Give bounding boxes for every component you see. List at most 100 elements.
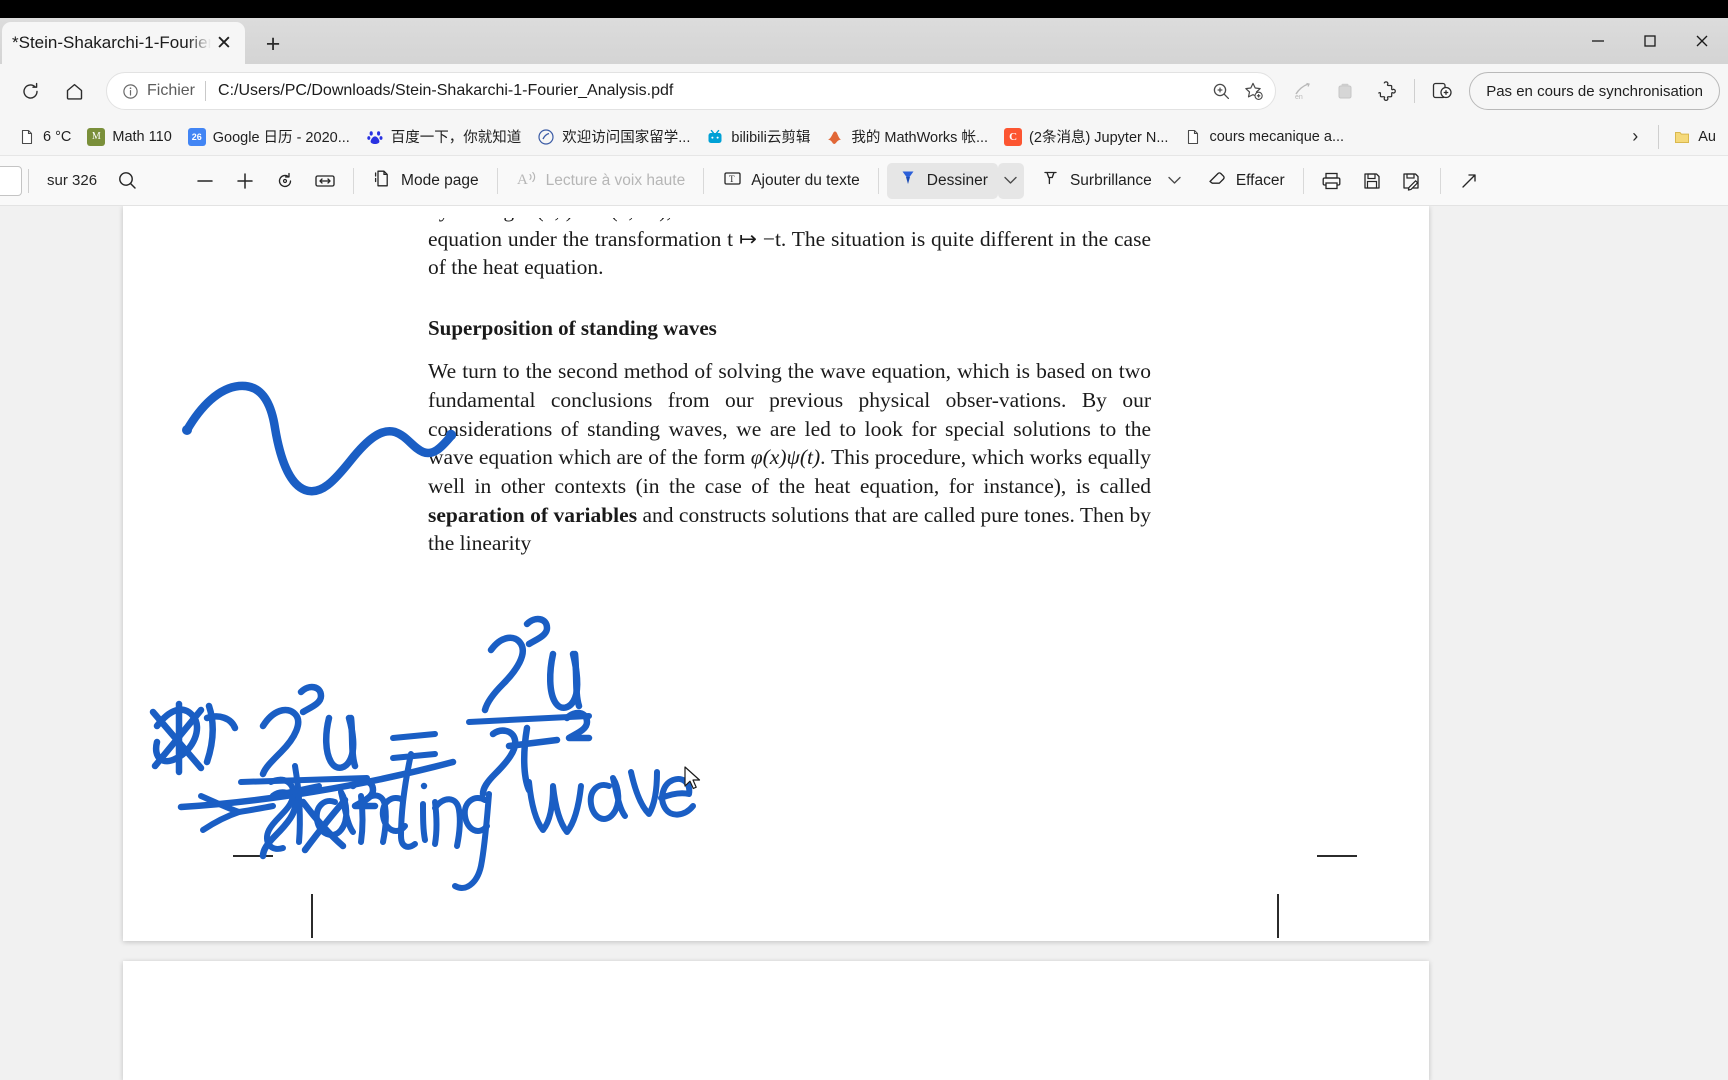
section-heading: Superposition of standing waves <box>428 316 717 341</box>
erase-label: Effacer <box>1235 171 1285 189</box>
bilibili-icon <box>706 128 724 146</box>
equals-sign <box>390 731 438 761</box>
svg-text:A: A <box>517 172 528 188</box>
bookmark-item[interactable]: C (2条消息) Jupyter N... <box>996 122 1176 152</box>
bookmark-item[interactable]: M Math 110 <box>79 122 179 152</box>
screen: *Stein-Shakarchi-1-Fourier_Analy ✕ + <box>0 0 1728 1080</box>
save-icon[interactable] <box>1352 163 1392 199</box>
draw-options-chevron-down-icon[interactable] <box>997 162 1024 199</box>
close-button[interactable] <box>1676 18 1728 64</box>
csc-icon <box>537 128 555 146</box>
add-favorite-icon[interactable] <box>1237 75 1269 107</box>
highlighter-icon <box>1040 167 1062 194</box>
highlight-label: Surbrillance <box>1069 171 1152 189</box>
svg-text:T: T <box>729 174 735 184</box>
print-icon[interactable] <box>1312 163 1352 199</box>
pdf-page-next[interactable] <box>123 961 1429 1080</box>
bookmark-label: cours mecanique a... <box>1209 128 1345 145</box>
copilot-icon[interactable] <box>1423 72 1461 110</box>
page-total-label: sur 326 <box>47 172 98 189</box>
bookmark-label: 百度一下，你就知道 <box>390 130 522 146</box>
address-bar[interactable]: Fichier C:/Users/PC/Downloads/Stein-Shak… <box>106 72 1277 110</box>
extensions-icon[interactable] <box>1368 72 1406 110</box>
reload-icon[interactable] <box>11 72 49 110</box>
paragraph-main: We turn to the second method of solving … <box>428 357 1151 558</box>
eraser-icon <box>1206 167 1228 194</box>
tab-strip: *Stein-Shakarchi-1-Fourier_Analy ✕ + <box>0 18 1728 64</box>
bookmark-item[interactable]: bilibili云剪辑 <box>698 122 818 152</box>
rhs-denominator <box>479 709 593 798</box>
read-aloud-button[interactable]: A Lecture à voix haute <box>506 163 696 199</box>
info-icon[interactable] <box>119 80 141 102</box>
add-text-button[interactable]: T Ajouter du texte <box>712 163 870 199</box>
page-view-button[interactable]: Mode page <box>362 163 489 199</box>
new-tab-button[interactable]: + <box>258 29 288 59</box>
url-text[interactable]: C:/Users/PC/Downloads/Stein-Shakarchi-1-… <box>218 82 1205 100</box>
wave-squiggle-stroke <box>182 381 457 496</box>
zoom-in-button[interactable] <box>225 163 265 199</box>
footnote-rule-left <box>233 855 273 857</box>
toolbar-divider <box>496 167 498 194</box>
draw-button[interactable]: Dessiner <box>886 162 998 199</box>
pdf-viewer[interactable]: by setting u (x,t) = u(x, −t), a fact wh… <box>0 206 1728 1080</box>
omnibox-divider <box>205 81 207 101</box>
close-icon[interactable]: ✕ <box>211 30 237 56</box>
search-icon[interactable] <box>107 163 147 199</box>
pdf-page-text: by setting u (x,t) = u(x, −t), a fact wh… <box>428 206 1151 558</box>
page-mark-right <box>1277 894 1279 938</box>
bookmarks-divider <box>1658 124 1660 149</box>
bookmark-item[interactable]: 6 °C <box>10 122 79 152</box>
browser-essentials-icon[interactable] <box>1326 72 1364 110</box>
bookmark-label: 欢迎访问国家留学... <box>562 130 691 146</box>
page-number-input[interactable] <box>0 165 22 196</box>
browser-window: *Stein-Shakarchi-1-Fourier_Analy ✕ + <box>0 18 1728 1080</box>
toolbar-divider <box>1414 79 1416 103</box>
fit-to-width-icon[interactable] <box>305 163 345 199</box>
paragraph-main-emphasis: separation of variables <box>428 502 638 527</box>
page-view-label: Mode page <box>401 171 479 189</box>
home-icon[interactable] <box>55 72 93 110</box>
chevron-right-icon[interactable]: › <box>1618 122 1652 152</box>
collections-icon[interactable]: en <box>1284 72 1322 110</box>
sync-status-button[interactable]: Pas en cours de synchronisation <box>1469 72 1720 110</box>
underline-stroke <box>177 758 457 811</box>
rotate-icon[interactable] <box>265 163 305 199</box>
toolbar-divider <box>703 167 705 194</box>
mathworks-icon <box>826 128 844 146</box>
zoom-in-icon[interactable] <box>1205 75 1237 107</box>
mouse-pointer <box>684 766 701 790</box>
bookmark-item[interactable]: 我的 MathWorks 帐... <box>818 122 996 152</box>
bookmark-item[interactable]: 欢迎访问国家留学... <box>529 122 698 152</box>
toolbar-divider <box>877 167 879 194</box>
bookmark-item[interactable]: 26 Google 日历 - 2020... <box>180 122 358 152</box>
save-as-icon[interactable] <box>1392 163 1432 199</box>
svg-text:en: en <box>1295 94 1303 101</box>
highlight-button[interactable]: Surbrillance <box>1030 163 1162 199</box>
read-aloud-icon: A <box>516 168 538 194</box>
minimize-button[interactable] <box>1572 18 1624 64</box>
standing-wave-handwriting <box>198 751 696 891</box>
bookmark-item[interactable]: 百度一下，你就知道 <box>358 122 530 152</box>
lhs-fraction-bar <box>238 775 370 785</box>
highlight-options-chevron-down-icon[interactable] <box>1162 163 1188 199</box>
bookmark-folder-label: Au <box>1698 128 1716 145</box>
bookmark-label: (2条消息) Jupyter N... <box>1029 130 1169 146</box>
zoom-out-button[interactable] <box>185 163 225 199</box>
browser-tab-active[interactable]: *Stein-Shakarchi-1-Fourier_Analy ✕ <box>2 22 245 64</box>
pdf-page[interactable]: by setting u (x,t) = u(x, −t), a fact wh… <box>123 206 1429 941</box>
toolbar-divider <box>1302 167 1304 194</box>
maximize-button[interactable] <box>1624 18 1676 64</box>
erase-button[interactable]: Effacer <box>1196 163 1295 199</box>
bookmark-folder-other[interactable]: Au <box>1665 122 1724 152</box>
pen-icon <box>897 167 919 194</box>
bookmark-label: Google 日历 - 2020... <box>212 130 350 146</box>
url-scheme-label: Fichier <box>147 82 196 99</box>
page-icon <box>1184 128 1202 146</box>
page-mark-left <box>311 894 313 938</box>
bookmark-item[interactable]: cours mecanique a... <box>1176 122 1352 152</box>
baidu-icon <box>366 128 384 146</box>
page-top-mask <box>123 206 1429 218</box>
more-icon[interactable] <box>1449 163 1489 199</box>
google-calendar-icon: 26 <box>187 127 206 146</box>
sync-status-label: Pas en cours de synchronisation <box>1486 82 1703 100</box>
